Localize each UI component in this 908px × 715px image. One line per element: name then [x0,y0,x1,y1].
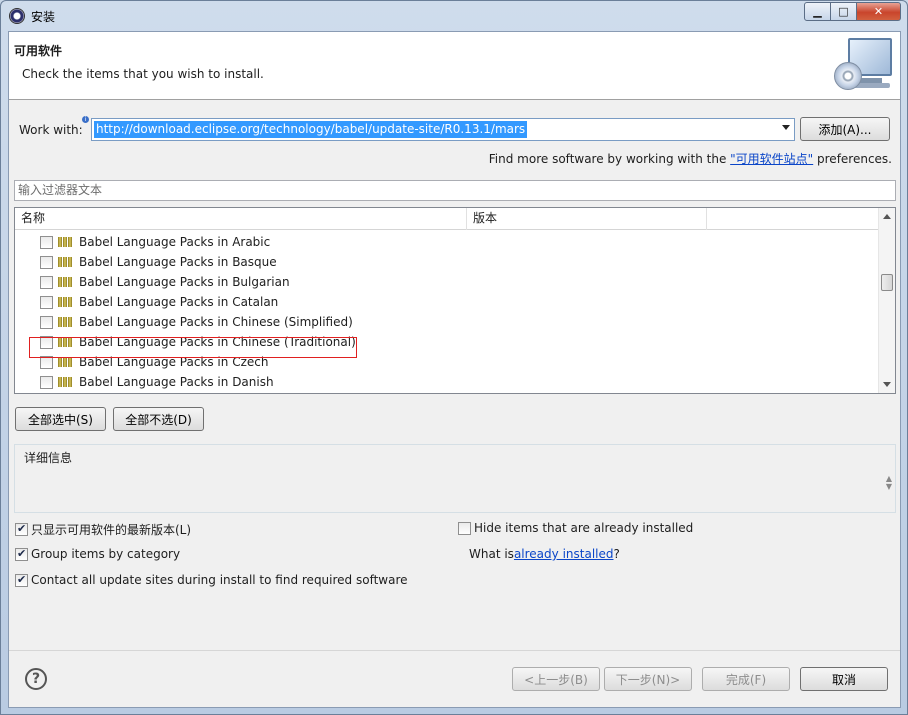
find-more-text: Find more software by working with the "… [489,150,892,167]
select-all-button[interactable]: 全部选中(S) [15,407,106,431]
list-item[interactable]: Babel Language Packs in Basque [15,252,878,272]
find-more-prefix: Find more software by working with the [488,152,731,166]
page-title: 可用软件 [14,44,63,58]
contact-sites-label: Contact all update sites during install … [31,573,408,587]
latest-only-label: 只显示可用软件的最新版本(L) [31,523,192,537]
back-button[interactable]: <上一步(B) [512,667,600,691]
filter-input[interactable]: 输入过滤器文本 [14,180,896,201]
tree-rows: Babel Language Packs in Arabic Babel Lan… [15,232,878,392]
work-with-combo[interactable]: http://download.eclipse.org/technology/b… [91,118,795,141]
list-item[interactable]: Babel Language Packs in Catalan [15,292,878,312]
already-installed-link[interactable]: already installed [514,547,614,561]
latest-only-checkbox[interactable] [15,522,28,536]
minimize-icon: ▁ [813,5,822,18]
latest-only-option[interactable]: 只显示可用软件的最新版本(L) [15,521,191,538]
available-sites-link[interactable]: "可用软件站点" [730,152,813,166]
package-icon [58,277,73,287]
package-icon [58,317,73,327]
hide-installed-label: Hide items that are already installed [474,521,694,535]
close-icon: ✕ [873,5,884,18]
finish-button[interactable]: 完成(F) [702,667,790,691]
cancel-button[interactable]: 取消 [800,667,888,691]
info-icon: i [82,116,89,123]
scroll-down-icon[interactable] [883,382,891,387]
chevron-down-icon[interactable] [782,125,790,130]
list-item[interactable]: Babel Language Packs in Bulgarian [15,272,878,292]
hide-installed-checkbox[interactable] [458,521,471,535]
work-with-label: Work with: [19,123,83,137]
deselect-all-button[interactable]: 全部不选(D) [113,407,204,431]
details-legend: 详细信息 [24,451,73,465]
window-title: 安装 [31,10,56,24]
dialog-body: 可用软件 Check the items that you wish to in… [8,31,901,708]
footer-divider [9,650,900,651]
group-by-category-option[interactable]: Group items by category [15,547,180,561]
row-label: Babel Language Packs in Danish [79,375,274,389]
install-dialog: 安装 ▁ □ ✕ 可用软件 Check the items that you w… [0,0,908,715]
details-scroll-icon[interactable]: ▲ ▼ [886,475,892,491]
package-icon [58,377,73,387]
tree-header: 名称 版本 [15,208,878,230]
column-name[interactable]: 名称 [15,208,467,230]
close-button[interactable]: ✕ [857,2,901,21]
list-item[interactable]: Babel Language Packs in Danish [15,372,878,392]
what-is-prefix: What is [469,547,514,561]
work-with-value[interactable]: http://download.eclipse.org/technology/b… [94,121,528,138]
details-group: 详细信息 ▲ ▼ [14,444,896,513]
install-monitor-icon [834,36,894,94]
page-description: Check the items that you wish to install… [22,67,264,81]
row-checkbox[interactable] [40,295,53,309]
row-checkbox[interactable] [40,315,53,329]
row-label: Babel Language Packs in Catalan [79,295,279,309]
column-version[interactable]: 版本 [467,208,707,230]
add-site-button[interactable]: 添加(A)... [800,117,890,141]
row-label: Babel Language Packs in Basque [79,255,277,269]
row-label: Babel Language Packs in Arabic [79,235,271,249]
find-more-suffix: preferences. [813,152,892,166]
what-is-suffix: ? [613,547,620,561]
minimize-button[interactable]: ▁ [804,2,831,21]
group-by-category-checkbox[interactable] [15,547,28,561]
contact-sites-option[interactable]: Contact all update sites during install … [15,573,408,587]
row-checkbox[interactable] [40,275,53,289]
tree-scrollbar[interactable] [878,208,895,393]
scroll-up-icon[interactable] [883,214,891,219]
package-icon [58,297,73,307]
contact-sites-checkbox[interactable] [15,573,28,587]
row-checkbox[interactable] [40,255,53,269]
row-label: Babel Language Packs in Bulgarian [79,275,290,289]
scroll-thumb[interactable] [881,274,893,291]
package-icon [58,357,73,367]
list-item-chinese-simplified[interactable]: Babel Language Packs in Chinese (Simplif… [15,312,878,332]
next-button[interactable]: 下一步(N)> [604,667,692,691]
package-icon [58,237,73,247]
what-is-installed: What is already installed? [469,547,620,561]
hide-installed-option[interactable]: Hide items that are already installed [458,521,693,535]
row-label: Babel Language Packs in Chinese (Simplif… [79,315,353,329]
row-checkbox[interactable] [40,375,53,389]
maximize-icon: □ [838,5,849,18]
maximize-button[interactable]: □ [831,2,857,21]
group-by-category-label: Group items by category [31,547,181,561]
window-controls: ▁ □ ✕ [804,2,901,21]
package-icon [58,257,73,267]
software-tree: 名称 版本 Babel Language Packs in Arabic Bab… [14,207,896,394]
eclipse-icon [9,8,25,24]
help-icon[interactable]: ? [25,668,47,690]
row-checkbox[interactable] [40,235,53,249]
list-item[interactable]: Babel Language Packs in Arabic [15,232,878,252]
wizard-header: 可用软件 Check the items that you wish to in… [9,32,900,100]
title-bar[interactable]: 安装 ▁ □ ✕ [1,1,907,31]
highlight-annotation [29,337,357,358]
